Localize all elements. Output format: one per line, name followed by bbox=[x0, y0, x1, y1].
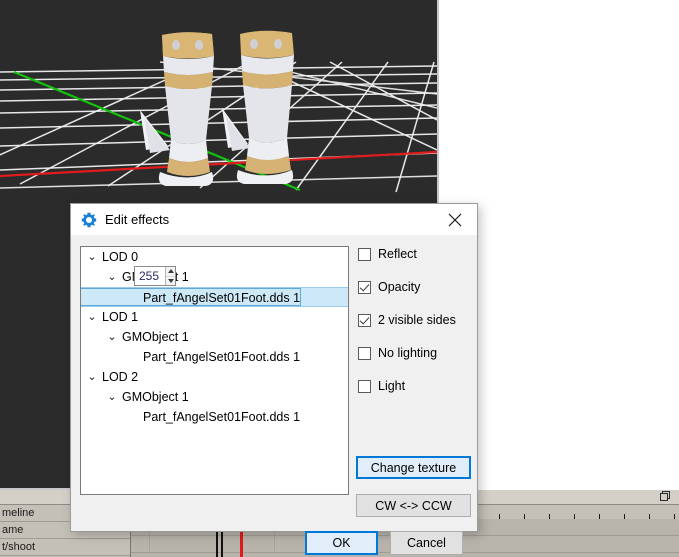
chevron-down-icon[interactable]: ⌄ bbox=[105, 267, 119, 287]
opacity-decrement-button[interactable] bbox=[166, 277, 175, 286]
track-label[interactable]: t/shoot bbox=[0, 539, 130, 556]
restore-window-icon[interactable] bbox=[660, 491, 671, 502]
tree-node[interactable]: Part_fAngelSet01Foot.dds 1 bbox=[81, 347, 348, 367]
checkbox-icon[interactable] bbox=[358, 313, 371, 327]
close-icon[interactable] bbox=[433, 204, 477, 235]
tree-node-label: Part_fAngelSet01Foot.dds 1 bbox=[143, 410, 301, 424]
opacity-stepper[interactable] bbox=[134, 266, 176, 286]
option-label: Light bbox=[378, 379, 406, 393]
chevron-up-icon bbox=[167, 269, 174, 274]
opacity-input[interactable] bbox=[135, 267, 165, 285]
gear-icon bbox=[81, 212, 97, 227]
chevron-down-icon[interactable]: ⌄ bbox=[85, 307, 99, 327]
dialog-body: ⌄LOD 0⌄GMObject 1Part_fAngelSet01Foot.dd… bbox=[71, 235, 477, 555]
option-row-reflect[interactable]: Reflect bbox=[358, 247, 470, 261]
track-gridline bbox=[274, 536, 275, 552]
tree-node-label: Part_fAngelSet01Foot.dds 1 bbox=[81, 288, 302, 306]
dialog-titlebar[interactable]: Edit effects bbox=[71, 204, 477, 235]
chevron-down-icon[interactable]: ⌄ bbox=[105, 387, 119, 407]
chevron-down-icon bbox=[167, 278, 174, 283]
option-row-opacity[interactable]: Opacity bbox=[358, 280, 470, 294]
option-row-light[interactable]: Light bbox=[358, 379, 470, 393]
opacity-spin-buttons[interactable] bbox=[165, 267, 175, 285]
tree-node[interactable]: ⌄GMObject 1 bbox=[81, 267, 348, 287]
effect-options-column: Reflect Opacity 2 visible sides No lighting… bbox=[358, 247, 470, 412]
tree-node-label: GMObject 1 bbox=[122, 390, 189, 404]
lod-tree-view[interactable]: ⌄LOD 0⌄GMObject 1Part_fAngelSet01Foot.dd… bbox=[80, 246, 349, 495]
chevron-down-icon[interactable]: ⌄ bbox=[85, 367, 99, 387]
tree-node[interactable]: ⌄GMObject 1 bbox=[81, 387, 348, 407]
checkbox-icon[interactable] bbox=[358, 379, 371, 393]
chevron-down-icon[interactable]: ⌄ bbox=[105, 327, 119, 347]
tree-node[interactable]: Part_fAngelSet01Foot.dds 1 bbox=[81, 287, 348, 307]
application-root: meline ame t/shoot und 253035 Edit effec… bbox=[0, 0, 679, 557]
tree-node-label: GMObject 1 bbox=[122, 330, 189, 344]
change-texture-button[interactable]: Change texture bbox=[356, 456, 471, 479]
option-row-no-lighting[interactable]: No lighting bbox=[358, 346, 470, 360]
option-label: 2 visible sides bbox=[378, 313, 456, 327]
tree-node[interactable]: ⌄ LOD 0 bbox=[81, 247, 348, 267]
option-row-2-visible-sides[interactable]: 2 visible sides bbox=[358, 313, 470, 327]
option-label: Reflect bbox=[378, 247, 417, 261]
checkbox-icon[interactable] bbox=[358, 247, 371, 261]
close-x-glyph bbox=[448, 213, 462, 226]
track-gridline bbox=[149, 536, 150, 552]
checkbox-icon[interactable] bbox=[358, 280, 371, 294]
dialog-title: Edit effects bbox=[105, 212, 170, 227]
tree-node[interactable]: ⌄GMObject 1 bbox=[81, 327, 348, 347]
chevron-down-icon[interactable]: ⌄ bbox=[85, 247, 99, 267]
tree-node-label: Part_fAngelSet01Foot.dds 1 bbox=[143, 350, 301, 364]
ok-button[interactable]: OK bbox=[305, 531, 378, 555]
tree-node[interactable]: ⌄ LOD 2 bbox=[81, 367, 348, 387]
checkbox-icon[interactable] bbox=[358, 346, 371, 360]
cancel-button[interactable]: Cancel bbox=[390, 531, 463, 555]
option-label: No lighting bbox=[378, 346, 438, 360]
edit-effects-dialog[interactable]: Edit effects ⌄LOD 0⌄GMObject 1Part_fAnge… bbox=[70, 203, 478, 555]
tree-node[interactable]: Part_fAngelSet01Foot.dds 1 bbox=[81, 407, 348, 427]
option-label: Opacity bbox=[378, 280, 421, 294]
cw-ccw-button[interactable]: CW <-> CCW bbox=[356, 494, 471, 517]
tree-node[interactable]: ⌄ LOD 1 bbox=[81, 307, 348, 327]
opacity-increment-button[interactable] bbox=[166, 267, 175, 277]
